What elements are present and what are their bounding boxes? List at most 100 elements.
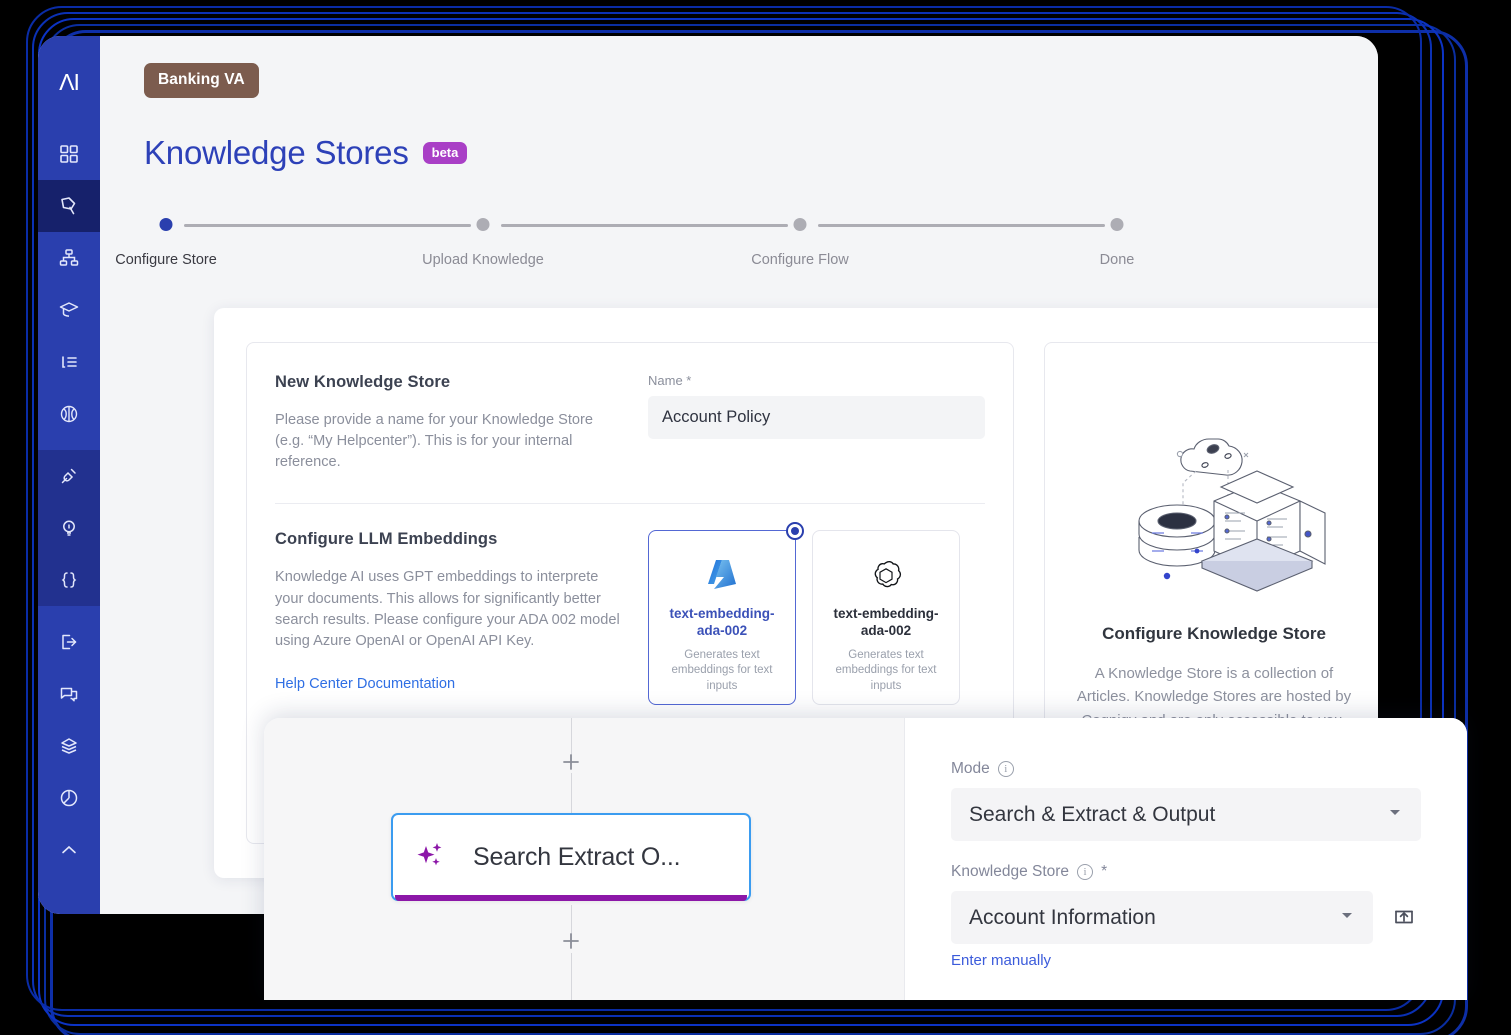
mode-label-row: Mode i xyxy=(951,760,1421,778)
knowledge-store-select-value: Account Information xyxy=(969,905,1156,929)
stepper-label-3[interactable]: Configure Flow xyxy=(751,252,849,268)
name-input[interactable] xyxy=(648,396,985,439)
sidebar-item-layers[interactable] xyxy=(38,720,100,772)
flow-connector-mid-top xyxy=(571,773,572,813)
logout-icon xyxy=(58,631,80,653)
info-icon[interactable]: i xyxy=(1077,864,1094,880)
chat-icon xyxy=(58,683,80,705)
knowledge-store-select[interactable]: Account Information xyxy=(951,891,1373,944)
flow-pin-icon xyxy=(57,194,81,218)
new-store-field: Name * xyxy=(648,373,985,473)
sidebar-item-extensions[interactable] xyxy=(38,450,100,502)
sidebar-item-lexicons[interactable] xyxy=(38,336,100,388)
openai-logo-icon xyxy=(868,555,904,596)
model-card-openai[interactable]: text-embedding- ada-002 Generates text e… xyxy=(812,530,960,706)
project-chip[interactable]: Banking VA xyxy=(144,63,259,98)
info-icon[interactable]: i xyxy=(997,761,1014,777)
app-logo[interactable]: ΛI xyxy=(38,36,100,128)
stepper-dot-1[interactable] xyxy=(159,218,173,231)
chevron-down-icon xyxy=(1339,907,1355,928)
stepper-label-1[interactable]: Configure Store xyxy=(115,252,217,268)
required-asterisk: * xyxy=(1101,863,1108,880)
graduation-cap-icon xyxy=(58,299,80,321)
new-store-section: New Knowledge Store Please provide a nam… xyxy=(275,373,985,473)
form-divider xyxy=(275,503,985,505)
new-store-title: New Knowledge Store xyxy=(275,373,451,391)
model-name-openai: text-embedding- ada-002 xyxy=(833,606,938,640)
name-label: Name * xyxy=(648,373,692,388)
pie-chart-icon xyxy=(58,787,80,809)
brain-icon xyxy=(58,403,80,425)
model-chooser: text-embedding- ada-002 Generates text e… xyxy=(648,522,985,706)
mode-field-group: Mode i Search & Extract & Output xyxy=(951,760,1421,841)
flow-canvas[interactable]: Search Extract O... xyxy=(264,718,905,1000)
sidebar-item-code[interactable] xyxy=(38,554,100,606)
embeddings-description: Knowledge AI uses GPT embeddings to inte… xyxy=(275,569,620,649)
stepper-label-4[interactable]: Done xyxy=(1100,252,1135,268)
model-cards: text-embedding- ada-002 Generates text e… xyxy=(648,522,985,706)
model-name-azure: text-embedding- ada-002 xyxy=(669,606,774,640)
enter-manually-link[interactable]: Enter manually xyxy=(951,952,1051,969)
plug-icon xyxy=(58,465,80,487)
lightbulb-icon xyxy=(58,517,80,539)
sidebar-item-knowledge-ai[interactable] xyxy=(38,388,100,440)
stepper-line-3 xyxy=(818,223,1105,227)
stepper-label-2[interactable]: Upload Knowledge xyxy=(422,252,544,268)
beta-badge: beta xyxy=(422,142,468,164)
new-store-text: New Knowledge Store Please provide a nam… xyxy=(275,373,620,473)
layers-icon xyxy=(58,735,80,757)
sidebar: ΛI xyxy=(38,36,100,914)
external-open-icon xyxy=(1392,903,1416,932)
stepper-line-2 xyxy=(501,223,788,227)
sidebar-item-analytics[interactable] xyxy=(38,772,100,824)
sparkle-icon xyxy=(415,839,447,876)
add-node-top-button[interactable] xyxy=(560,751,582,773)
sidebar-item-endpoints[interactable] xyxy=(38,616,100,668)
knowledge-store-row: Account Information xyxy=(951,891,1421,944)
page-title: Knowledge Stores xyxy=(144,134,409,171)
stepper-dot-2[interactable] xyxy=(476,218,490,231)
new-store-description: Please provide a name for your Knowledge… xyxy=(275,412,594,471)
page-header: Knowledge Stores beta xyxy=(144,134,468,172)
model-card-azure[interactable]: text-embedding- ada-002 Generates text e… xyxy=(648,522,804,706)
azure-logo-icon xyxy=(702,555,742,596)
stepper-dot-4[interactable] xyxy=(1110,218,1124,231)
knowledge-store-illustration xyxy=(1067,421,1361,606)
model-desc-openai: Generates text embeddings for text input… xyxy=(835,648,937,692)
flow-node-label: Search Extract O... xyxy=(473,842,681,871)
mode-label: Mode xyxy=(951,760,990,777)
mode-select[interactable]: Search & Extract & Output xyxy=(951,788,1421,841)
knowledge-store-label: Knowledge Store xyxy=(951,863,1070,880)
model-name-azure-l2: ada-002 xyxy=(696,623,748,639)
sidebar-item-dashboard[interactable] xyxy=(38,128,100,180)
stepper-dot-3[interactable] xyxy=(793,218,807,231)
embeddings-title: Configure LLM Embeddings xyxy=(275,530,498,549)
open-knowledge-store-button[interactable] xyxy=(1387,901,1421,935)
info-card-title: Configure Knowledge Store xyxy=(1102,624,1326,643)
list-icon xyxy=(58,351,80,373)
model-name-openai-l1: text-embedding- xyxy=(833,606,939,622)
node-settings-panel: Mode i Search & Extract & Output Knowled… xyxy=(905,718,1467,1000)
sidebar-item-more[interactable] xyxy=(38,824,100,876)
help-center-link[interactable]: Help Center Documentation xyxy=(275,676,455,692)
model-name-azure-l1: text-embedding- xyxy=(669,606,775,622)
wizard-stepper: Configure Store Upload Knowledge Configu… xyxy=(115,216,1338,286)
braces-icon xyxy=(58,569,80,591)
flow-connector-bottom xyxy=(571,953,572,1000)
mode-select-value: Search & Extract & Output xyxy=(969,802,1216,826)
sidebar-item-training[interactable] xyxy=(38,284,100,336)
sidebar-item-conversations[interactable] xyxy=(38,668,100,720)
flow-node-search-extract-output[interactable]: Search Extract O... xyxy=(391,813,751,901)
add-node-bottom-button[interactable] xyxy=(560,930,582,952)
sidebar-item-insights[interactable] xyxy=(38,502,100,554)
sidebar-item-flows[interactable] xyxy=(38,180,100,232)
model-radio-selected[interactable] xyxy=(786,522,804,541)
sidebar-item-intents[interactable] xyxy=(38,232,100,284)
knowledge-store-field-group: Knowledge Store i * Account Information xyxy=(951,863,1421,970)
chevron-down-icon xyxy=(1387,804,1403,825)
grid-icon xyxy=(58,143,80,165)
screenshot-stage: ΛI Banking VA Knowledge Stores beta Conf… xyxy=(0,0,1511,1035)
model-name-openai-l2: ada-002 xyxy=(860,623,912,639)
model-desc-azure: Generates text embeddings for text input… xyxy=(671,648,773,692)
stepper-track: Configure Store Upload Knowledge Configu… xyxy=(115,216,1338,268)
